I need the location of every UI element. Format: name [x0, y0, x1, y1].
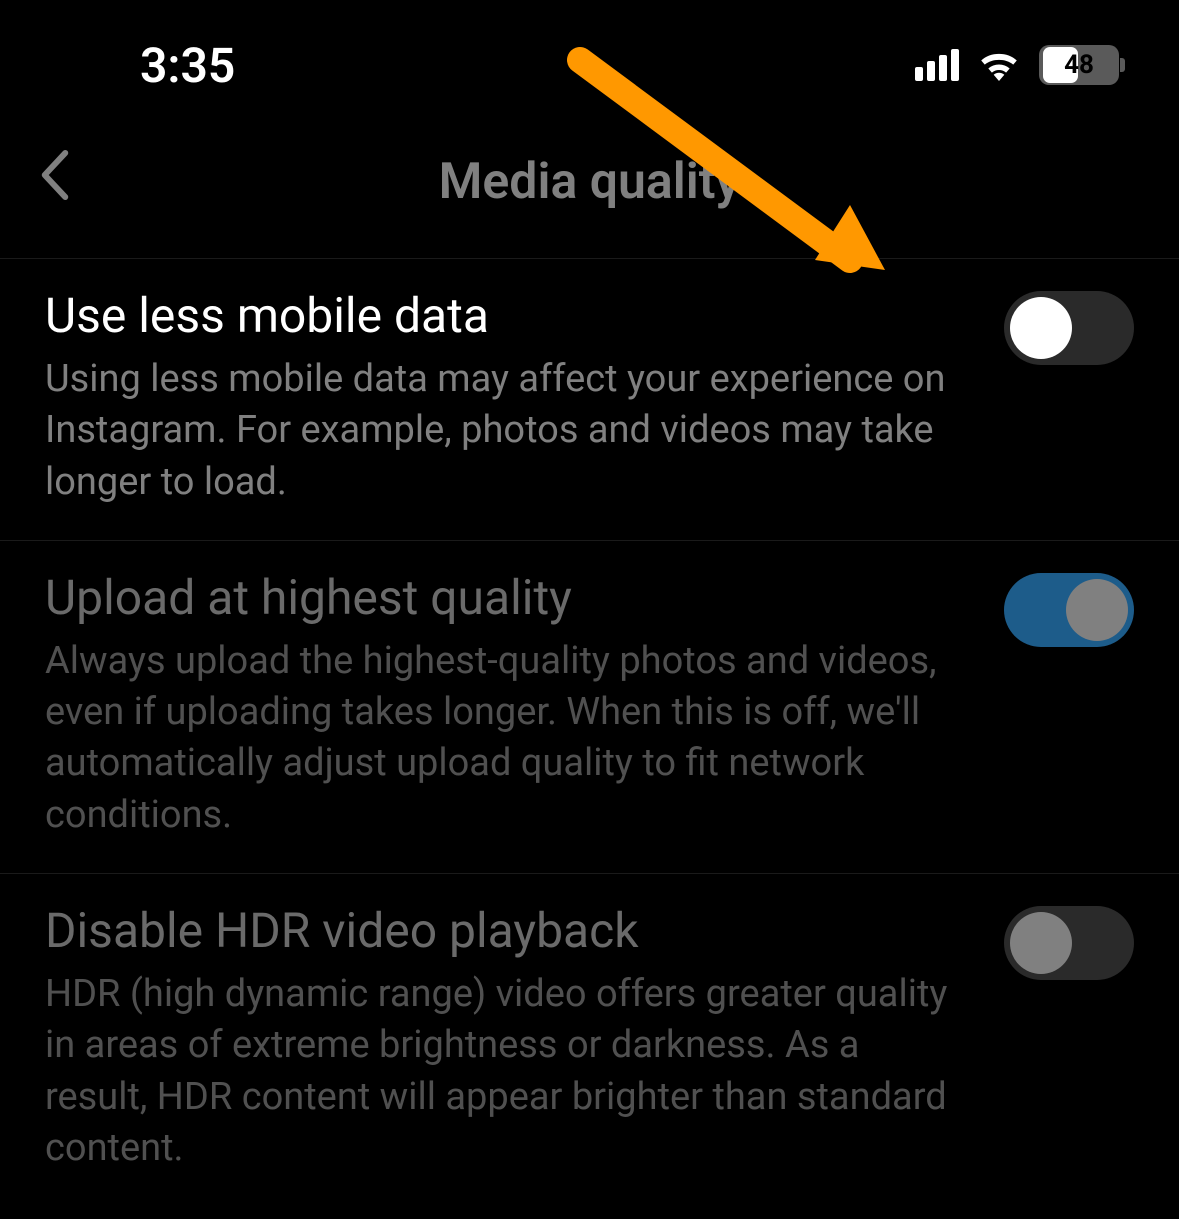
setting-disable-hdr-playback: Disable HDR video playback HDR (high dyn…	[0, 874, 1179, 1206]
toggle-disable-hdr-playback[interactable]	[1004, 906, 1134, 980]
back-button[interactable]	[40, 150, 80, 213]
setting-text: Disable HDR video playback HDR (high dyn…	[45, 902, 964, 1174]
battery-percent: 48	[1064, 50, 1094, 80]
toggle-use-less-mobile-data[interactable]	[1004, 291, 1134, 365]
setting-description: Using less mobile data may affect your e…	[45, 354, 964, 508]
setting-title: Disable HDR video playback	[45, 902, 964, 959]
wifi-icon	[977, 49, 1021, 81]
setting-description: HDR (high dynamic range) video offers gr…	[45, 969, 964, 1174]
setting-description: Always upload the highest-quality photos…	[45, 636, 964, 841]
page-title: Media quality	[439, 153, 741, 211]
setting-text: Use less mobile data Using less mobile d…	[45, 287, 964, 508]
settings-list: Use less mobile data Using less mobile d…	[0, 259, 1179, 1206]
toggle-upload-highest-quality[interactable]	[1004, 573, 1134, 647]
status-bar: 3:35 48	[0, 0, 1179, 120]
setting-title: Use less mobile data	[45, 287, 964, 344]
status-time: 3:35	[140, 37, 235, 94]
status-indicators: 48	[915, 45, 1119, 85]
setting-text: Upload at highest quality Always upload …	[45, 569, 964, 841]
setting-use-less-mobile-data: Use less mobile data Using less mobile d…	[0, 259, 1179, 541]
battery-icon: 48	[1039, 45, 1119, 85]
setting-title: Upload at highest quality	[45, 569, 964, 626]
navigation-header: Media quality	[0, 120, 1179, 259]
cellular-signal-icon	[915, 49, 959, 81]
setting-upload-highest-quality: Upload at highest quality Always upload …	[0, 541, 1179, 874]
